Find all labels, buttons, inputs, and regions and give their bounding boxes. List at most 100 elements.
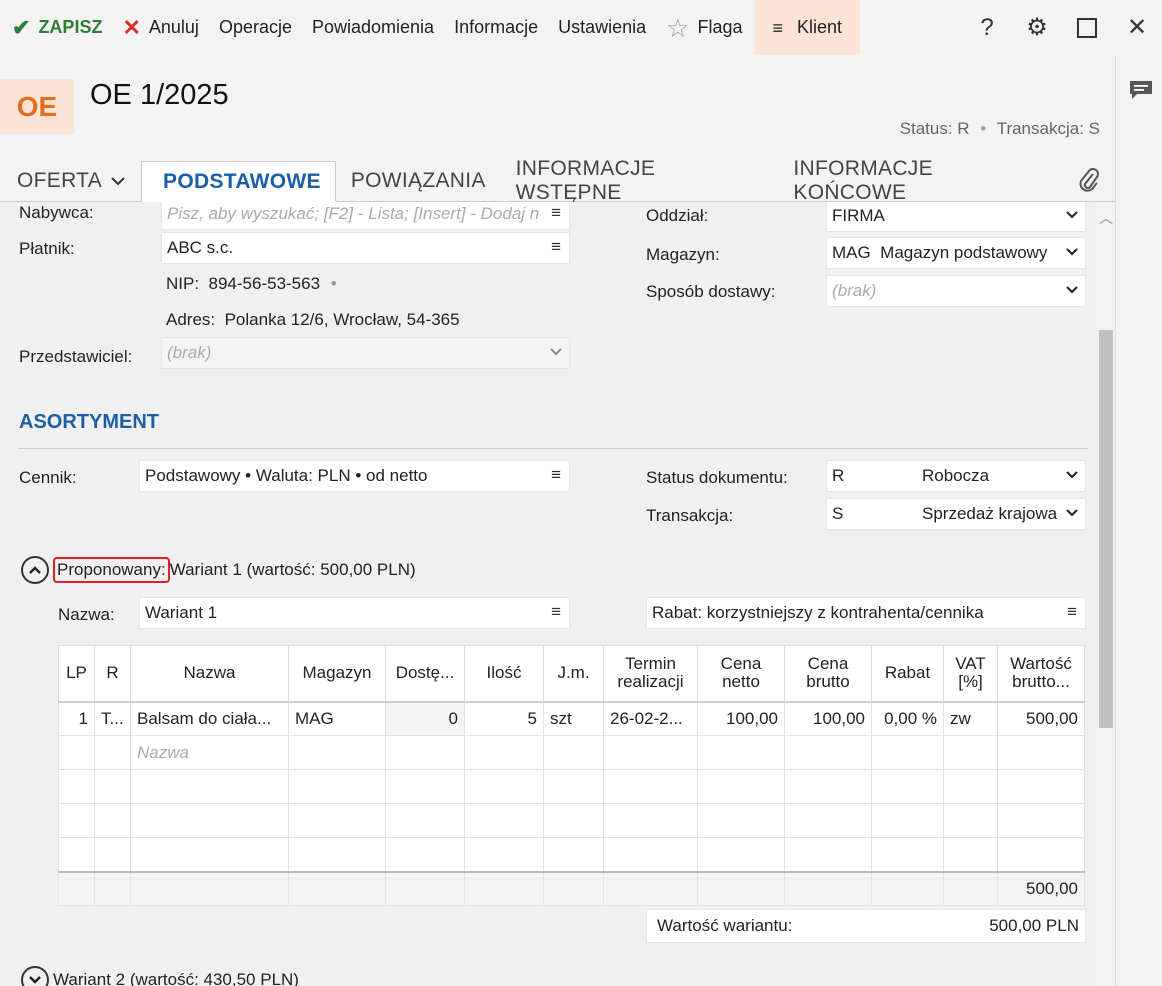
sum-value: 500,00 (997, 870, 1085, 906)
table-row-empty (58, 803, 1085, 838)
transaction-value: Sprzedaż krajowa (922, 504, 1058, 523)
chat-icon[interactable] (1128, 79, 1154, 101)
table-row[interactable]: 1 T... Balsam do ciała... MAG 0 5 szt 26… (58, 701, 1085, 736)
transaction-label: Transakcja: (646, 506, 734, 525)
cell-name[interactable]: Balsam do ciała... (130, 701, 289, 736)
docstatus-select[interactable]: R Robocza (826, 460, 1086, 492)
transaction-code: S (832, 504, 844, 523)
chevron-down-icon (29, 976, 41, 984)
warehouse-value: MAG Magazyn podstawowy (832, 243, 1048, 262)
chevron-down-icon (111, 177, 125, 186)
cell-lp[interactable]: 1 (58, 701, 95, 736)
operations-menu[interactable]: Operacje (209, 0, 302, 55)
rep-label: Przedstawiciel: (19, 347, 133, 366)
delivery-label: Sposób dostawy: (646, 282, 776, 301)
list-menu-icon[interactable]: ≡ (551, 465, 561, 485)
discount-input[interactable]: Rabat: korzystniejszy z kontrahenta/cenn… (646, 597, 1086, 629)
column-header[interactable]: Cena brutto (784, 645, 872, 703)
variant-1-heading: Wariant 1 (wartość: 500,00 PLN) (169, 560, 416, 579)
table-sum-row: 500,00 (58, 870, 1085, 906)
tab-powiazania[interactable]: POWIĄZANIA (336, 161, 501, 201)
column-header[interactable]: VAT [%] (943, 645, 998, 703)
column-header[interactable]: Dostę... (385, 645, 465, 703)
warehouse-select[interactable]: MAG Magazyn podstawowy (826, 237, 1086, 269)
buyer-input[interactable]: Pisz, aby wyszukać; [F2] - Lista; [Inser… (161, 202, 570, 230)
status-value: R (957, 119, 970, 138)
cell-gross-price[interactable]: 100,00 (784, 701, 872, 736)
save-button[interactable]: ✔ ZAPISZ (0, 0, 112, 55)
delivery-select[interactable]: (brak) (826, 275, 1086, 307)
cancel-button[interactable]: ✕ Anuluj (112, 0, 208, 55)
notifications-menu[interactable]: Powiadomienia (302, 0, 444, 55)
settings-label: Ustawienia (558, 17, 647, 37)
column-header[interactable]: J.m. (543, 645, 604, 703)
tab-informacje-wstepne[interactable]: INFORMACJE WSTĘPNE (501, 157, 779, 204)
cell-gross-value[interactable]: 500,00 (997, 701, 1085, 736)
expand-button[interactable] (21, 966, 49, 986)
tab-informacje-koncowe[interactable]: INFORMACJE KOŃCOWE (778, 157, 1063, 204)
cell-quantity[interactable]: 5 (464, 701, 544, 736)
page-title: OE 1/2025 (90, 79, 229, 111)
settings-button[interactable]: ⚙ (1012, 0, 1062, 55)
variant-value-amount: 500,00 PLN (989, 916, 1079, 935)
scrollbar[interactable]: ︿ (1097, 202, 1115, 986)
tab-label: INFORMACJE KOŃCOWE (793, 157, 933, 204)
scrollbar-thumb[interactable] (1099, 330, 1113, 728)
tab-oferta[interactable]: OFERTA (0, 161, 141, 201)
branch-value: FIRMA (832, 206, 885, 225)
transaction-select[interactable]: S Sprzedaż krajowa (826, 498, 1086, 530)
column-header[interactable]: Cena netto (697, 645, 785, 703)
list-menu-icon[interactable]: ≡ (551, 237, 561, 257)
flag-button[interactable]: ☆ Flaga (656, 0, 752, 55)
column-header[interactable]: Ilość (464, 645, 544, 703)
cell-discount[interactable]: 0,00 % (871, 701, 944, 736)
variant-2-header: Wariant 2 (wartość: 430,50 PLN) (21, 966, 299, 986)
tab-podstawowe[interactable]: PODSTAWOWE (141, 161, 336, 202)
payer-input[interactable]: ABC s.c. ≡ (161, 232, 570, 264)
attachment-button[interactable] (1063, 161, 1115, 201)
collapse-button[interactable] (21, 556, 49, 584)
save-label: ZAPISZ (38, 17, 103, 37)
column-header[interactable]: R (94, 645, 131, 703)
cell-r[interactable]: T... (94, 701, 131, 736)
column-header[interactable]: Termin realizacji (603, 645, 698, 703)
address-line: Adres: Polanka 12/6, Wrocław, 54-365 (166, 310, 460, 330)
buyer-label: Nabywca: (19, 203, 94, 222)
client-button[interactable]: ≡ Klient (754, 0, 861, 55)
new-row-name-placeholder[interactable]: Nazwa (130, 735, 289, 770)
maximize-button[interactable] (1062, 0, 1112, 55)
list-menu-icon[interactable]: ≡ (1067, 602, 1077, 622)
table-row-new[interactable]: Nazwa (58, 735, 1085, 770)
cell-vat[interactable]: zw (943, 701, 998, 736)
list-menu-icon[interactable]: ≡ (551, 602, 561, 622)
rep-select[interactable]: (brak) (161, 337, 570, 369)
column-header[interactable]: Magazyn (288, 645, 386, 703)
transaction-value: S (1088, 119, 1100, 138)
column-header[interactable]: Nazwa (130, 645, 289, 703)
information-menu[interactable]: Informacje (444, 0, 548, 55)
column-header[interactable]: LP (58, 645, 95, 703)
chevron-down-icon (1066, 286, 1078, 294)
notifications-label: Powiadomienia (311, 17, 435, 37)
column-header[interactable]: Rabat (871, 645, 944, 703)
close-window-button[interactable]: ✕ (1112, 0, 1162, 55)
settings-menu[interactable]: Ustawienia (548, 0, 656, 55)
side-panel (1115, 55, 1162, 986)
variant-name-input[interactable]: Wariant 1 ≡ (139, 597, 570, 629)
paperclip-icon (1079, 168, 1099, 192)
help-button[interactable]: ? (962, 0, 1012, 55)
pricelist-input[interactable]: Podstawowy • Waluta: PLN • od netto ≡ (139, 460, 570, 492)
list-menu-icon[interactable]: ≡ (551, 203, 561, 223)
chevron-down-icon (1066, 211, 1078, 219)
cell-warehouse[interactable]: MAG (288, 701, 386, 736)
cell-net-price[interactable]: 100,00 (697, 701, 785, 736)
document-header: OE OE 1/2025 Status: R • Transakcja: S (0, 55, 1115, 162)
branch-select[interactable]: FIRMA (826, 202, 1086, 232)
column-header[interactable]: Wartość brutto... (997, 645, 1085, 703)
chevron-down-icon (1066, 248, 1078, 256)
cell-unit[interactable]: szt (543, 701, 604, 736)
flag-label: Flaga (697, 17, 743, 37)
chevron-up-icon[interactable]: ︿ (1099, 208, 1113, 228)
cell-date[interactable]: 26-02-2... (603, 701, 698, 736)
docstatus-value: Robocza (922, 466, 990, 485)
